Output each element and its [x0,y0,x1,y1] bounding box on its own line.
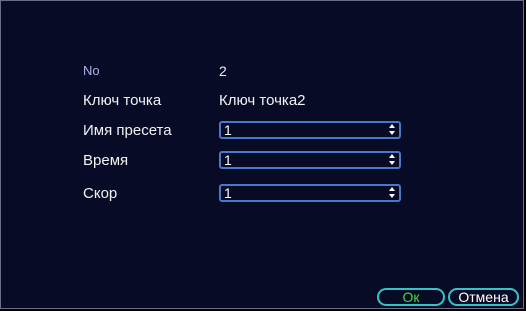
key-point-row: Ключ точка Ключ точка2 [83,90,413,112]
ok-button[interactable]: Ок [377,288,445,306]
arrow-down-icon[interactable] [389,194,395,198]
time-value: 1 [224,152,232,168]
speed-row: Скор 1 [83,183,413,205]
preset-name-label: Имя пресета [83,122,172,139]
speed-value: 1 [224,185,232,201]
key-point-value: Ключ точка2 [219,92,306,109]
arrow-down-icon[interactable] [389,131,395,135]
time-row: Время 1 [83,150,413,172]
preset-name-value: 1 [224,122,232,138]
preset-name-row: Имя пресета 1 [83,120,413,142]
preset-name-spinner[interactable]: 1 [219,121,401,139]
arrow-up-icon[interactable] [389,187,395,191]
preset-dialog: No 2 Ключ точка Ключ точка2 Имя пресета … [0,0,524,309]
speed-spinner[interactable]: 1 [219,184,401,202]
speed-label: Скор [83,185,118,202]
time-label: Время [83,152,129,169]
updown-arrows-icon[interactable] [389,154,396,166]
updown-arrows-icon[interactable] [389,124,396,136]
number-label: No [83,63,100,78]
number-row: No 2 [83,60,413,82]
updown-arrows-icon[interactable] [389,187,396,199]
time-spinner[interactable]: 1 [219,151,401,169]
cancel-button[interactable]: Отмена [448,288,519,306]
arrow-down-icon[interactable] [389,161,395,165]
number-value: 2 [219,63,227,79]
arrow-up-icon[interactable] [389,124,395,128]
key-point-label: Ключ точка [83,92,162,109]
arrow-up-icon[interactable] [389,154,395,158]
